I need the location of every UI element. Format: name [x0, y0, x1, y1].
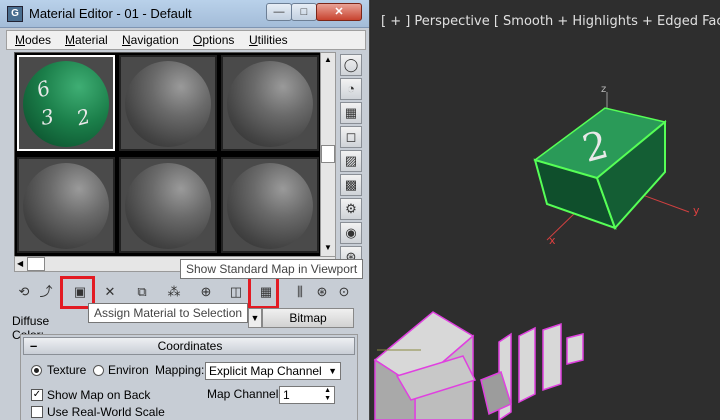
menu-material[interactable]: Material [65, 33, 108, 47]
axis-y-label: y [693, 204, 700, 217]
texture-radio[interactable] [31, 365, 42, 376]
axis-z-label: z [601, 84, 606, 95]
menu-utilities[interactable]: Utilities [249, 33, 288, 47]
menu-modes[interactable]: Modes [15, 33, 51, 47]
show-map-highlight [248, 276, 279, 309]
sample-slot-6[interactable] [221, 157, 319, 253]
map-type-dropdown[interactable]: ▼ [248, 308, 262, 328]
spinner-icon: ▲ ▼ [324, 387, 331, 402]
menu-bar: Modes Material Navigation Options Utilit… [6, 30, 366, 50]
building-pillar [566, 333, 584, 365]
material-sphere [125, 163, 211, 249]
scroll-thumb[interactable] [27, 257, 45, 271]
sphere-number-b: 3 [39, 104, 56, 130]
use-real-world-checkbox[interactable] [31, 406, 43, 418]
map-channel-spinner[interactable]: 1 ▲ ▼ [279, 386, 335, 404]
coordinates-rollout: – Coordinates Texture Environ Mapping: E… [20, 334, 358, 420]
window-title: Material Editor - 01 - Default [29, 6, 192, 21]
side-toolbar: ◯ ◔ ▦ ◻ ▨ ▩ ⚙ ◉ ⊛ [340, 52, 364, 268]
reset-map-icon[interactable]: ✕ [100, 282, 120, 302]
environ-label: Environ [108, 363, 149, 377]
go-to-parent-icon[interactable]: ⊛ [312, 282, 332, 302]
viewport-scene: 2 z y x [373, 84, 700, 420]
menu-navigation[interactable]: Navigation [122, 33, 179, 47]
slots-vertical-scrollbar[interactable]: ▲ ▼ [320, 52, 336, 258]
minimize-button[interactable]: — [266, 3, 292, 21]
use-real-world-label: Use Real-World Scale [47, 405, 165, 419]
sample-slots: 6 3 2 [14, 52, 336, 258]
building-pillar [542, 322, 562, 392]
building-pillar [518, 326, 536, 404]
material-sphere [125, 61, 211, 147]
sphere-number-c: 2 [74, 103, 93, 131]
coordinates-header[interactable]: – Coordinates [23, 337, 355, 355]
options-icon[interactable]: ⚙ [340, 198, 362, 220]
chevron-down-icon: ▼ [328, 366, 337, 376]
mapping-select-value: Explicit Map Channel [209, 364, 322, 378]
perspective-viewport[interactable]: [ + ] Perspective [ Smooth + Highlights … [371, 0, 720, 420]
sample-slot-2[interactable] [119, 55, 217, 151]
go-forward-sibling-icon[interactable]: ⊙ [334, 282, 354, 302]
uv-tiling-icon[interactable]: ◻ [340, 126, 362, 148]
show-end-result-icon[interactable]: ⫼ [290, 282, 310, 302]
scene-building [373, 311, 584, 420]
make-unique-icon[interactable]: ⁂ [164, 282, 184, 302]
title-bar[interactable]: G Material Editor - 01 - Default — □ ✕ [0, 0, 369, 28]
environ-radio[interactable] [93, 365, 104, 376]
background-icon[interactable]: ▦ [340, 102, 362, 124]
sample-slot-4[interactable] [17, 157, 115, 253]
select-by-material-icon[interactable]: ◉ [340, 222, 362, 244]
sample-type-icon[interactable]: ◯ [340, 54, 362, 76]
sample-slot-1[interactable]: 6 3 2 [17, 55, 115, 151]
material-sphere [227, 61, 313, 147]
maximize-button[interactable]: □ [291, 3, 317, 21]
axis-x-label: x [549, 234, 556, 247]
map-channel-value: 1 [283, 388, 290, 402]
map-channel-label: Map Channel: [207, 387, 282, 401]
app-icon: G [7, 6, 23, 22]
get-material-icon[interactable]: ⟲ [14, 282, 34, 302]
material-editor-window: G Material Editor - 01 - Default — □ ✕ M… [0, 0, 370, 420]
scroll-down-icon[interactable]: ▼ [324, 243, 332, 252]
video-color-check-icon[interactable]: ▨ [340, 150, 362, 172]
coordinates-title: Coordinates [157, 339, 223, 353]
make-preview-icon[interactable]: ▩ [340, 174, 362, 196]
menu-options[interactable]: Options [193, 33, 234, 47]
close-button[interactable]: ✕ [316, 3, 362, 21]
mapping-select[interactable]: Explicit Map Channel ▼ [205, 362, 341, 380]
bitmap-button[interactable]: Bitmap [262, 308, 354, 328]
show-map-on-back-checkbox[interactable]: ✓ [31, 389, 43, 401]
show-map-tooltip: Show Standard Map in Viewport [180, 259, 364, 279]
material-sphere-green: 6 3 2 [23, 61, 109, 147]
assign-material-tooltip: Assign Material to Selection [88, 303, 249, 323]
texture-label: Texture [47, 363, 87, 377]
sphere-number-a: 6 [33, 75, 54, 103]
scroll-left-icon[interactable]: ◀ [17, 259, 23, 268]
material-id-icon[interactable]: ◫ [226, 282, 246, 302]
mapping-label: Mapping: [155, 363, 205, 377]
show-map-on-back-label: Show Map on Back [47, 388, 151, 402]
make-copy-icon[interactable]: ⧉ [132, 282, 152, 302]
backlight-icon[interactable]: ◔ [340, 78, 362, 100]
sample-slot-5[interactable] [119, 157, 217, 253]
scroll-thumb[interactable] [321, 145, 335, 163]
material-sphere [227, 163, 313, 249]
sample-slot-3[interactable] [221, 55, 319, 151]
scroll-up-icon[interactable]: ▲ [324, 55, 332, 64]
put-to-scene-icon[interactable]: ⤴ [36, 282, 56, 302]
material-sphere [23, 163, 109, 249]
put-to-library-icon[interactable]: ⊕ [196, 282, 216, 302]
